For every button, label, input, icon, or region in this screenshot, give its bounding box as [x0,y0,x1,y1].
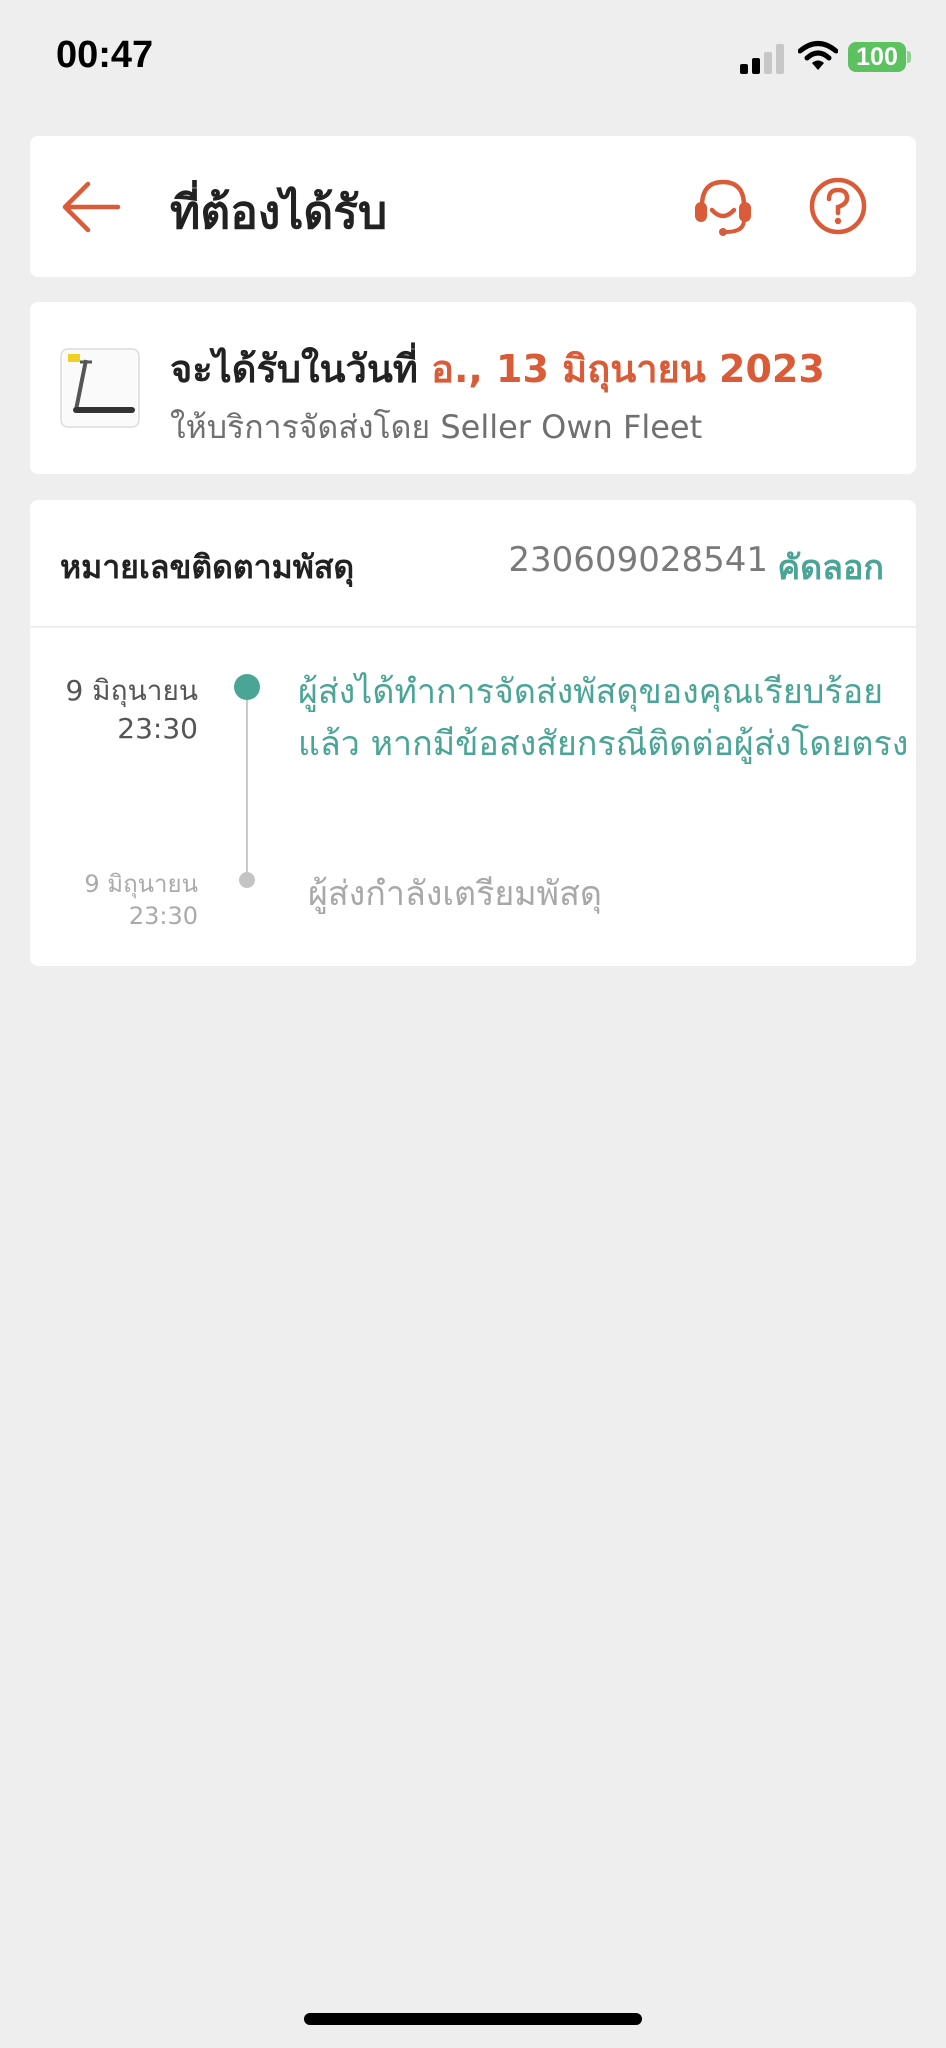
delivery-label: จะได้รับในวันที่ [170,347,418,391]
header-bar: ที่ต้องได้รับ [30,136,916,277]
arrow-left-icon[interactable] [60,180,122,234]
event-time: 23:30 [117,712,198,745]
timeline-dot-past [239,872,255,888]
status-time: 00:47 [56,34,154,76]
product-thumbnail[interactable] [60,348,140,428]
event-date: 9 มิถุนายน [65,674,198,707]
event-time: 23:30 [128,902,198,930]
cellular-signal-icon [740,44,784,74]
home-indicator[interactable] [304,2013,642,2025]
tracking-number: 230609028541 [508,540,768,580]
page-title: ที่ต้องได้รับ [170,185,388,239]
question-circle-icon[interactable] [808,176,868,236]
event-date: 9 มิถุนายน [84,870,198,898]
status-bar: 00:47 100 [0,0,946,120]
battery-indicator: 100 [848,42,906,72]
wifi-icon [798,41,838,70]
delivery-estimate-card: จะได้รับในวันที่ อ., 13 มิถุนายน 2023 ให… [30,302,916,474]
delivery-date: อ., 13 มิถุนายน 2023 [431,347,825,391]
event-description: ผู้ส่งกำลังเตรียมพัสดุ [308,874,602,914]
battery-tip [907,51,911,63]
copy-button[interactable]: คัดลอก [777,540,884,594]
tracking-card: หมายเลขติดตามพัสดุ 230609028541 คัดลอก 9… [30,500,916,966]
headset-icon[interactable] [690,174,756,238]
timeline-dot-active [234,674,260,700]
event-description: ผู้ส่งได้ทำการจัดส่งพัสดุของคุณเรียบร้อย… [298,672,909,764]
tracking-number-label: หมายเลขติดตามพัสดุ [60,548,355,586]
divider [30,626,916,628]
carrier-info: ให้บริการจัดส่งโดย Seller Own Fleet [170,408,703,446]
treadmill-image [68,354,135,413]
delivery-date-line: จะได้รับในวันที่ อ., 13 มิถุนายน 2023 [170,338,825,399]
timeline-connector [246,690,248,880]
